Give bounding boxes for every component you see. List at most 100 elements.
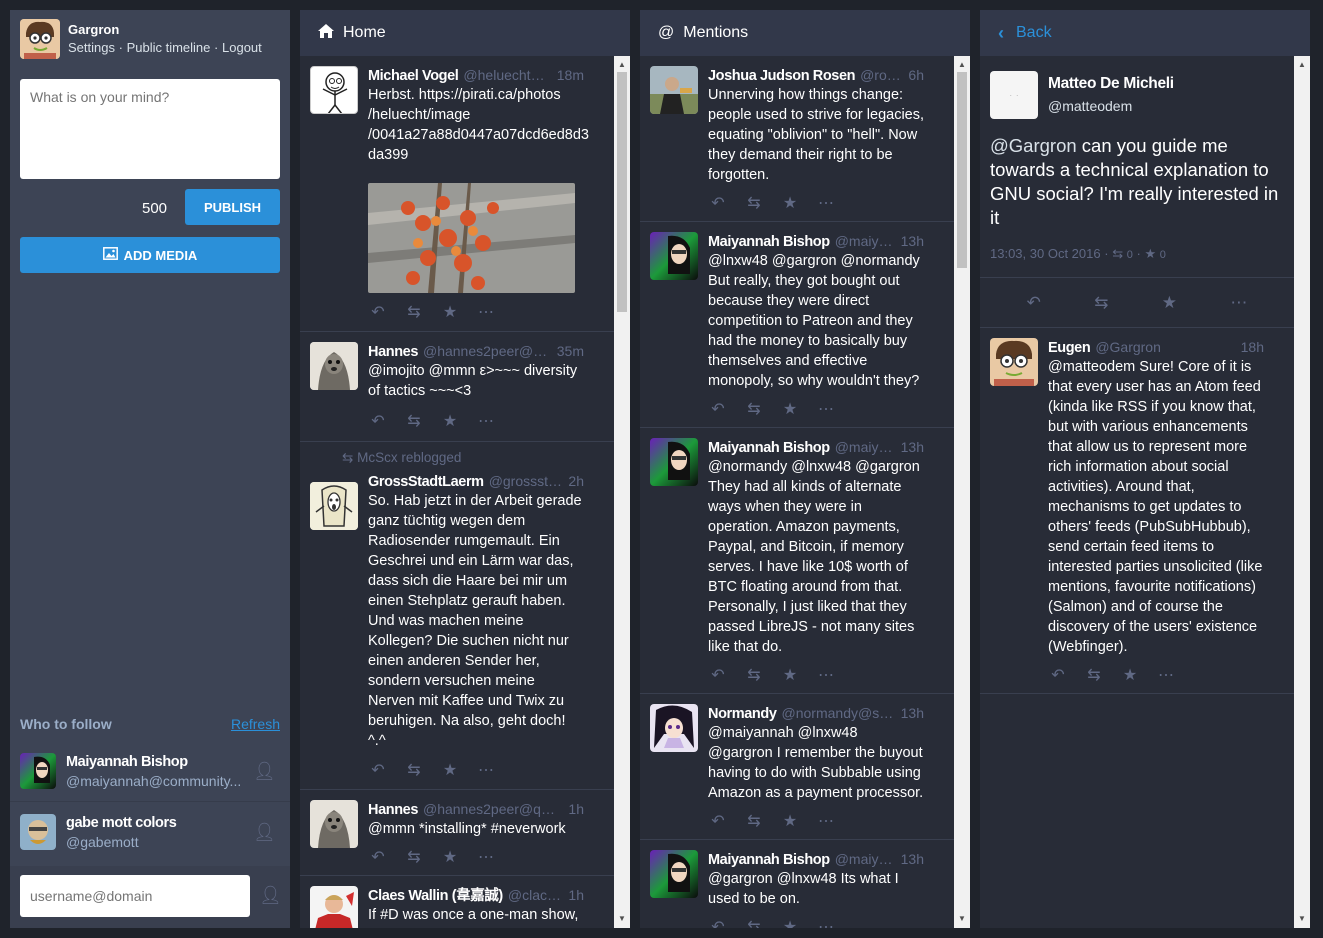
favourite-icon[interactable]: ★ [782,917,798,928]
reply-icon[interactable]: ↶ [710,399,726,419]
scroll-down-arrow[interactable]: ▼ [614,912,630,926]
timestamp[interactable]: 18h [1241,338,1264,356]
timestamp[interactable]: 13h [901,850,924,868]
suggestion-name[interactable]: gabe mott colors [66,815,177,831]
detail-scrollbar[interactable]: ▲ ▼ [1294,56,1310,928]
publish-button[interactable]: PUBLISH [185,189,280,225]
avatar[interactable] [650,850,698,898]
favourite-icon[interactable]: ★ [442,302,458,322]
timestamp[interactable]: 35m [557,342,584,360]
scroll-down-arrow[interactable]: ▼ [954,912,970,926]
timestamp[interactable]: 13h [901,232,924,250]
timestamp[interactable]: 13h [901,704,924,722]
status[interactable]: Normandy@normandy@shitp... 13h @maiyannah… [640,694,954,840]
display-name[interactable]: Claes Wallin (韋嘉誠) [368,887,503,905]
timestamp[interactable]: 1h [568,800,584,818]
boost-icon[interactable]: ⇆ [1086,665,1102,685]
more-icon[interactable]: ⋯ [818,811,834,831]
favourite-icon[interactable]: ★ [1162,293,1177,313]
reply-icon[interactable]: ↶ [710,665,726,685]
scroll-up-arrow[interactable]: ▲ [1294,58,1310,72]
boost-icon[interactable]: ⇆ [406,302,422,322]
status[interactable]: Maiyannah Bishop@maiyann... 13h @gargron … [640,840,954,928]
scroll-thumb[interactable] [617,72,627,312]
avatar[interactable] [990,338,1038,386]
scroll-up-arrow[interactable]: ▲ [954,58,970,72]
reply-icon[interactable]: ↶ [1027,293,1041,313]
add-media-button[interactable]: ADD MEDIA [20,237,280,273]
more-icon[interactable]: ⋯ [818,399,834,419]
home-timeline[interactable]: Michael Vogel@heluecht@pi... 18m Herbst. … [300,56,614,928]
avatar[interactable] [310,342,358,390]
favourite-icon[interactable]: ★ [442,760,458,780]
reblogged-by[interactable]: McScx reblogged [357,450,461,465]
favourite-icon[interactable]: ★ [782,665,798,685]
boost-icon[interactable]: ⇆ [746,917,762,928]
boost-icon[interactable]: ⇆ [1094,293,1108,313]
favourite-icon[interactable]: ★ [442,847,458,867]
avatar[interactable] [650,66,698,114]
reply-icon[interactable]: ↶ [370,847,386,867]
timestamp[interactable]: 18m [557,66,584,84]
favourite-icon[interactable]: ★ [1122,665,1138,685]
boost-icon[interactable]: ⇆ [746,811,762,831]
more-icon[interactable]: ⋯ [818,193,834,213]
more-icon[interactable]: ⋯ [478,760,494,780]
status[interactable]: Michael Vogel@heluecht@pi... 18m Herbst. … [300,56,614,332]
timestamp[interactable]: 6h [908,66,924,84]
timestamp[interactable]: 13:03, 30 Oct 2016 [990,246,1101,261]
timestamp[interactable]: 1h [568,886,584,904]
timestamp[interactable]: 2h [568,472,584,490]
avatar[interactable] [310,800,358,848]
reply-icon[interactable]: ↶ [710,193,726,213]
mentions-column-header[interactable]: @ Mentions [640,10,970,56]
detail-column-header[interactable]: ‹ Back [980,10,1310,56]
follow-username-input[interactable] [20,875,250,917]
timestamp[interactable]: 13h [901,438,924,456]
compose-textarea[interactable] [20,79,280,179]
display-name[interactable]: Hannes [368,801,418,819]
status[interactable]: Eugen @Gargron 18h @matteodem Sure! Core o… [980,328,1294,694]
follow-icon[interactable]: 👤︎ [253,822,276,843]
user-avatar[interactable] [20,19,60,59]
settings-link[interactable]: Settings [68,40,115,55]
status[interactable]: Claes Wallin (韋嘉誠) @clack... 1h If #D was … [300,876,614,928]
display-name[interactable]: Hannes [368,343,418,361]
status[interactable]: ⇆ McScx reblogged GrossStadtLaerm @grosss… [300,442,614,790]
favourite-icon[interactable]: ★ [782,193,798,213]
reply-icon[interactable]: ↶ [370,411,386,431]
reply-icon[interactable]: ↶ [710,917,726,928]
more-icon[interactable]: ⋯ [478,847,494,867]
favourite-icon[interactable]: ★ [782,399,798,419]
boost-icon[interactable]: ⇆ [746,399,762,419]
scroll-thumb[interactable] [957,72,967,268]
boost-icon[interactable]: ⇆ [406,847,422,867]
follow-suggestion[interactable]: gabe mott colors @gabemott 👤︎ [10,805,290,863]
more-icon[interactable]: ⋯ [478,411,494,431]
boost-icon[interactable]: ⇆ [406,411,422,431]
back-button[interactable]: Back [1016,24,1052,42]
display-name[interactable]: Maiyannah Bishop [708,233,830,251]
home-column-header[interactable]: Home [300,10,630,56]
reply-icon[interactable]: ↶ [710,811,726,831]
avatar[interactable] [20,753,56,789]
favourite-icon[interactable]: ★ [782,811,798,831]
add-follow-icon[interactable]: 👤︎ [259,885,282,906]
display-name[interactable]: Matteo De Micheli [1048,75,1174,93]
follow-icon[interactable]: 👤︎ [253,761,276,782]
scroll-up-arrow[interactable]: ▲ [614,58,630,72]
avatar[interactable]: · · [990,71,1038,119]
refresh-link[interactable]: Refresh [231,716,280,732]
status[interactable]: Hannes @hannes2peer@quitt... 1h @mmn *inst… [300,790,614,876]
more-icon[interactable]: ⋯ [818,917,834,928]
chevron-left-icon[interactable]: ‹ [998,23,1004,44]
avatar[interactable] [650,438,698,486]
display-name[interactable]: Maiyannah Bishop [708,439,830,457]
display-name[interactable]: Michael Vogel [368,67,459,85]
status[interactable]: Joshua Judson Rosen @rozz... 6h Unnerving … [640,56,954,222]
boost-icon[interactable]: ⇆ [406,760,422,780]
avatar[interactable] [650,704,698,752]
favourite-icon[interactable]: ★ [442,411,458,431]
public-timeline-link[interactable]: Public timeline [127,40,211,55]
more-icon[interactable]: ⋯ [478,302,494,322]
